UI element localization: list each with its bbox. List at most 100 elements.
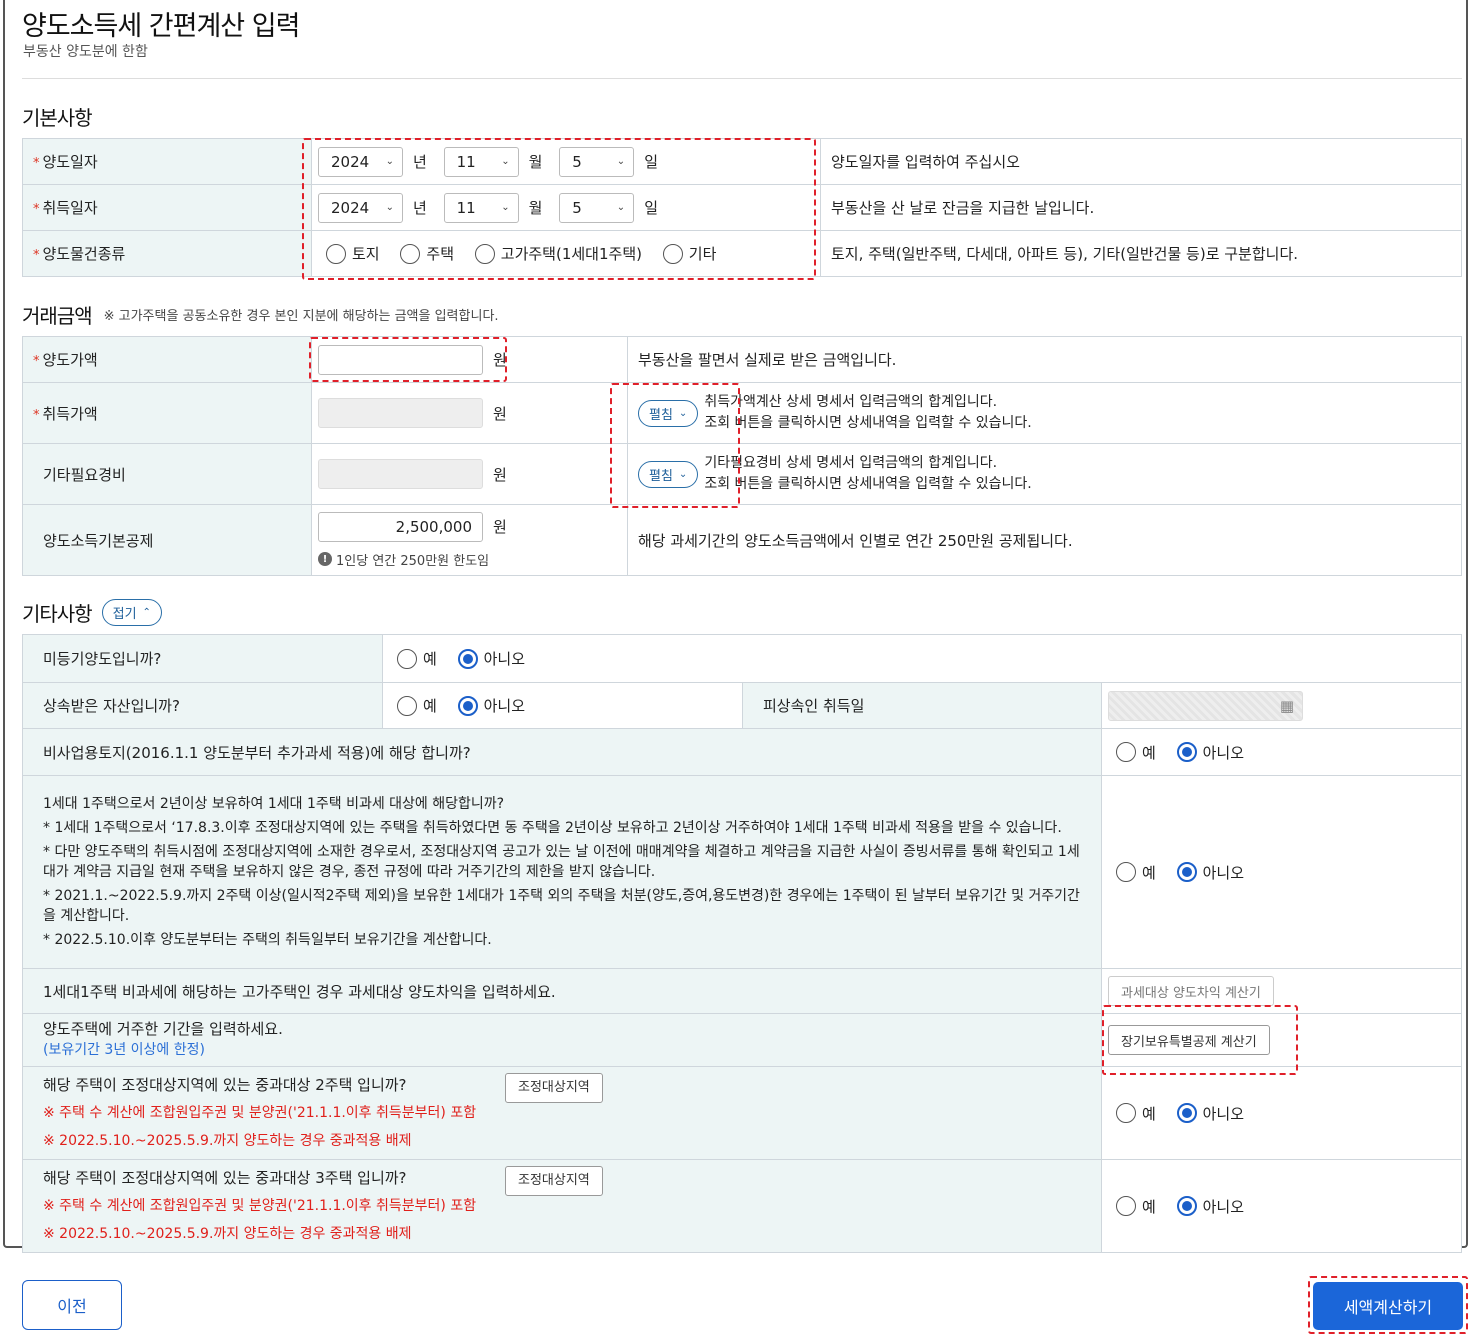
- one-house-yes-radio[interactable]: 예: [1116, 862, 1156, 883]
- one-house-options: 예 아니오: [1101, 775, 1462, 969]
- adjustment-area-button[interactable]: 조정대상지역: [505, 1073, 603, 1103]
- luxury-gain-cell: 과세대상 양도차익 계산기: [1101, 968, 1462, 1014]
- unregistered-options: 예 아니오: [382, 634, 1462, 683]
- unit-label: 원: [493, 518, 507, 536]
- chevron-down-icon: ⌄: [501, 202, 510, 213]
- chevron-up-icon: ⌃: [142, 607, 151, 618]
- row-transfer-date: * 양도일자 2024 ⌄ 년 11 ⌄ 월 5 ⌄ 일 양도일자를 입력하여 주십시오: [22, 138, 1462, 185]
- radio-label: 기타: [688, 245, 717, 263]
- row-heavy-3: 조정대상지역 해당 주택이 조정대상지역에 있는 중과대상 3주택 입니까? ※…: [22, 1159, 1462, 1253]
- basic-deduction-cell: 2,500,000 원 ! 1인당 연간 250만원 한도임: [311, 504, 628, 576]
- year-unit: 년: [413, 153, 427, 171]
- day-unit: 일: [644, 153, 658, 171]
- luxury-gain-calculator-button[interactable]: 과세대상 양도차익 계산기: [1108, 976, 1274, 1006]
- transfer-price-label: * 양도가액: [22, 336, 312, 383]
- basic-deduction-input[interactable]: 2,500,000: [318, 511, 483, 542]
- collapse-label: 접기: [112, 607, 137, 622]
- unregistered-yes-radio[interactable]: 예: [397, 648, 437, 669]
- basic-table: * 양도일자 2024 ⌄ 년 11 ⌄ 월 5 ⌄ 일 양도일자를 입력하여 주십시오 * 취…: [22, 138, 1462, 277]
- info-text: 1인당 연간 250만원 한도임: [336, 553, 490, 569]
- chevron-down-icon: ⌄: [385, 202, 394, 213]
- calendar-icon: ▦: [1279, 696, 1294, 715]
- radio-circle-selected: [1176, 742, 1197, 762]
- radio-label: 토지: [352, 245, 380, 263]
- section-amount-title: 거래금액 ※ 고가주택을 공동소유한 경우 본인 지분에 해당하는 금액을 입력합…: [22, 300, 499, 329]
- heavy-2-options: 예 아니오: [1101, 1066, 1462, 1160]
- acquire-year-select[interactable]: 2024 ⌄: [318, 192, 403, 223]
- row-heavy-2: 조정대상지역 해당 주택이 조정대상지역에 있는 중과대상 2주택 입니까? ※…: [22, 1066, 1462, 1160]
- transfer-month-select[interactable]: 11 ⌄: [443, 146, 519, 177]
- other-cost-expand-button[interactable]: 펼침 ⌄: [638, 460, 699, 488]
- year-value: 2024: [331, 152, 370, 171]
- heavy-2-yes-radio[interactable]: 예: [1116, 1103, 1156, 1124]
- radio-circle-selected: [457, 648, 478, 669]
- required-mark: *: [33, 354, 40, 369]
- transfer-price-input[interactable]: [318, 344, 483, 375]
- transfer-year-select[interactable]: 2024 ⌄: [318, 146, 403, 177]
- radio-other[interactable]: 기타: [662, 243, 717, 264]
- heavy-3-warning: ※ 주택 수 계산에 조합원입주권 및 분양권('21.1.1.이후 취득분부터…: [43, 1198, 477, 1214]
- unregistered-no-radio[interactable]: 아니오: [457, 648, 525, 669]
- heavy-2-warning: ※ 주택 수 계산에 조합원입주권 및 분양권('21.1.1.이후 취득분부터…: [43, 1105, 477, 1121]
- expand-label: 펼침: [649, 468, 673, 484]
- non-business-yes-radio[interactable]: 예: [1116, 742, 1156, 763]
- non-business-no-radio[interactable]: 아니오: [1176, 742, 1244, 763]
- page-subtitle: 부동산 양도분에 한함: [23, 44, 148, 60]
- chevron-down-icon: ⌄: [501, 156, 510, 167]
- transfer-day-select[interactable]: 5 ⌄: [559, 146, 635, 177]
- radio-circle: [397, 648, 417, 669]
- month-value: 11: [456, 152, 476, 171]
- acquire-price-cell: 원: [311, 382, 628, 444]
- row-transfer-price: * 양도가액 원 부동산을 팔면서 실제로 받은 금액입니다.: [22, 336, 1462, 383]
- non-business-land-label: 비사업용토지(2016.1.1 양도분부터 추가과세 적용)에 해당 합니까?: [22, 728, 1102, 776]
- heavy-3-no-radio[interactable]: 아니오: [1176, 1196, 1244, 1217]
- radio-luxury-house[interactable]: 고가주택(1세대1주택): [474, 243, 642, 264]
- residence-label: 양도주택에 거주한 기간을 입력하세요.: [43, 1020, 283, 1038]
- prev-button[interactable]: 이전: [22, 1280, 122, 1330]
- expand-label: 펼침: [649, 407, 673, 423]
- chevron-down-icon: ⌄: [385, 156, 394, 167]
- long-term-deduction-calculator-button[interactable]: 장기보유특별공제 계산기: [1108, 1025, 1270, 1055]
- section-basic-title: 기본사항: [22, 102, 93, 131]
- heavy-2-no-radio[interactable]: 아니오: [1176, 1103, 1244, 1124]
- radio-house[interactable]: 주택: [400, 243, 454, 264]
- section-amount-note: ※ 고가주택을 공동소유한 경우 본인 지분에 해당하는 금액을 입력합니다.: [103, 309, 499, 324]
- radio-circle: [1116, 1103, 1136, 1123]
- collapse-button[interactable]: 접기 ⌃: [101, 599, 162, 626]
- required-mark: *: [33, 202, 40, 217]
- radio-circle: [400, 243, 421, 264]
- label-text: 취득가액: [42, 404, 98, 423]
- row-basic-deduction: 양도소득기본공제 2,500,000 원 ! 1인당 연간 250만원 한도임 해당…: [22, 504, 1462, 576]
- other-cost-input: [318, 459, 483, 489]
- basic-deduction-desc: 해당 과세기간의 양도소득금액에서 인별로 연간 250만원 공제됩니다.: [627, 504, 1462, 576]
- radio-label: 아니오: [1202, 863, 1244, 882]
- acquire-month-select[interactable]: 11 ⌄: [443, 192, 519, 223]
- adjustment-area-button[interactable]: 조정대상지역: [505, 1166, 603, 1196]
- acquire-price-expand-button[interactable]: 펼침 ⌄: [638, 399, 699, 427]
- label-text: 양도가액: [42, 351, 98, 369]
- radio-label: 아니오: [483, 697, 525, 715]
- radio-label: 예: [1142, 863, 1156, 882]
- calculate-tax-button[interactable]: 세액계산하기: [1313, 1282, 1463, 1330]
- inherited-no-radio[interactable]: 아니오: [457, 695, 525, 716]
- property-type-options: 토지 주택 고가주택(1세대1주택) 기타: [311, 230, 821, 277]
- unit-label: 원: [493, 351, 507, 369]
- required-mark: *: [33, 156, 40, 171]
- inherited-yes-radio[interactable]: 예: [397, 695, 437, 716]
- row-one-house: 1세대 1주택으로서 2년이상 보유하여 1세대 1주택 비과세 대상에 해당합…: [22, 775, 1462, 969]
- radio-land[interactable]: 토지: [326, 243, 380, 264]
- one-house-no-radio[interactable]: 아니오: [1176, 862, 1244, 883]
- acquire-price-desc: 취득가액계산 상세 명세서 입력금액의 합계입니다. 조회 버튼을 클릭하시면 상…: [704, 392, 1031, 434]
- radio-label: 아니오: [1202, 1197, 1244, 1216]
- month-unit: 월: [528, 153, 543, 171]
- heavy-3-yes-radio[interactable]: 예: [1116, 1196, 1156, 1217]
- header-divider: [22, 78, 1462, 79]
- row-unregistered: 미등기양도입니까? 예 아니오: [22, 634, 1462, 683]
- residence-note: (보유기간 3년 이상에 한정): [43, 1042, 205, 1058]
- radio-label: 아니오: [1202, 743, 1244, 762]
- inherited-options: 예 아니오: [382, 682, 743, 729]
- residence-label-cell: 양도주택에 거주한 기간을 입력하세요. (보유기간 3년 이상에 한정): [22, 1013, 1102, 1067]
- acquire-day-select[interactable]: 5 ⌄: [559, 192, 635, 223]
- section-amount-text: 거래금액: [22, 304, 93, 328]
- label-text: 양도일자: [42, 153, 98, 171]
